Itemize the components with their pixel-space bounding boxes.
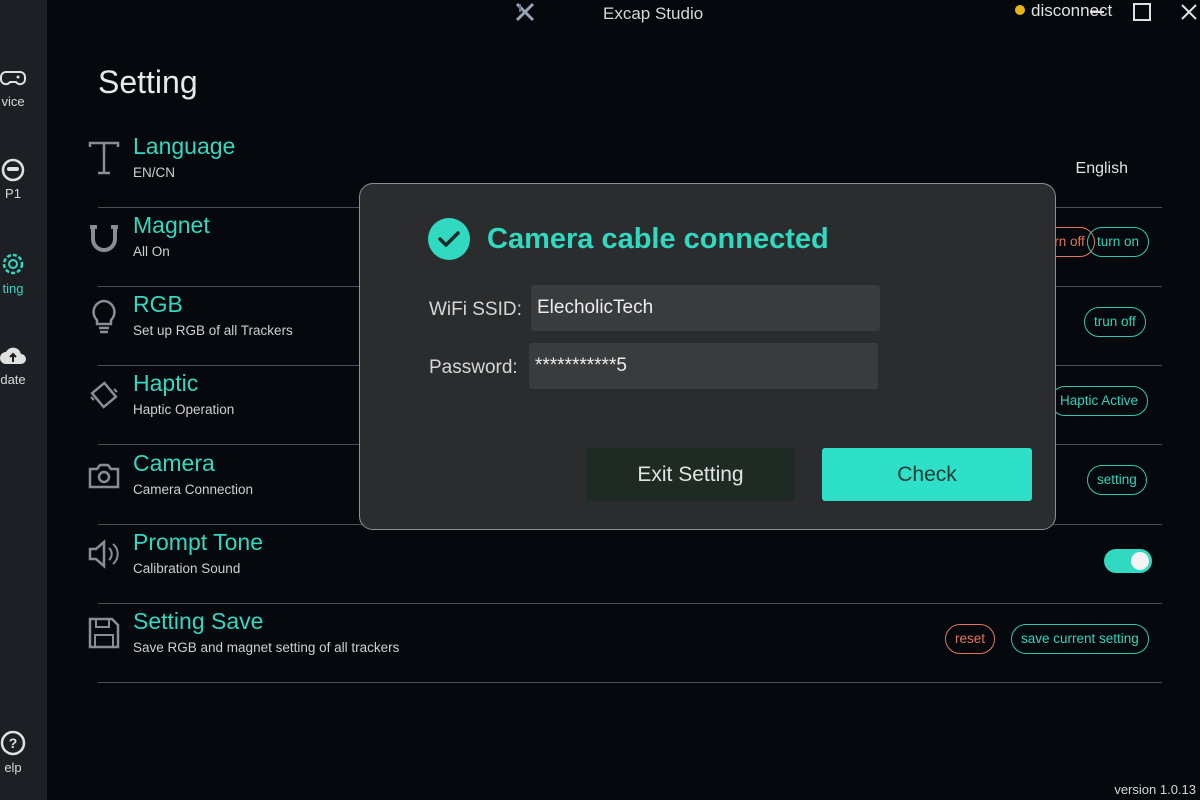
status-dot-icon: [1015, 5, 1025, 15]
divider: [98, 682, 1162, 683]
exit-setting-button[interactable]: Exit Setting: [586, 448, 795, 501]
check-button[interactable]: Check: [822, 448, 1032, 501]
gear-icon: [2, 253, 24, 275]
app-title: Excap Studio: [603, 4, 704, 23]
svg-text:?: ?: [9, 735, 18, 751]
checkmark-icon: [438, 231, 460, 247]
speaker-icon: [88, 539, 119, 569]
setting-title: Camera: [133, 450, 215, 476]
minimize-icon: [1090, 11, 1104, 13]
close-button[interactable]: [1175, 0, 1200, 24]
check-circle-icon: [428, 218, 470, 260]
camera-dialog: Camera cable connected WiFi SSID: Passwo…: [359, 183, 1056, 530]
title-bar: Excap Studio disconnect: [47, 0, 1200, 28]
password-input[interactable]: [529, 343, 878, 389]
toggle-knob: [1131, 552, 1149, 570]
floppy-disk-icon: [88, 617, 120, 649]
gamepad-icon: [0, 71, 26, 86]
setting-subtitle: Haptic Operation: [133, 402, 235, 417]
save-current-setting-button[interactable]: save current setting: [1011, 624, 1149, 654]
setting-title: Magnet: [133, 212, 210, 238]
camera-setting-button[interactable]: setting: [1087, 465, 1147, 495]
setting-subtitle: Set up RGB of all Trackers: [133, 323, 293, 338]
maximize-icon: [1133, 3, 1151, 21]
setting-title: Setting Save: [133, 608, 264, 634]
setting-title: Language: [133, 133, 236, 159]
setting-row-setting-save: Setting Save Save RGB and magnet setting…: [87, 605, 1162, 683]
sidebar-item-help[interactable]: ? elp: [0, 730, 47, 775]
setting-row-prompt-tone: Prompt Tone Calibration Sound: [87, 526, 1162, 604]
sidebar: vice P1 ting date ? elp: [0, 0, 47, 800]
sidebar-item-device[interactable]: vice: [0, 66, 47, 109]
wifi-ssid-input[interactable]: [531, 285, 880, 331]
setting-subtitle: All On: [133, 244, 170, 259]
page-title: Setting: [98, 64, 198, 100]
setting-subtitle: Calibration Sound: [133, 561, 241, 576]
sidebar-item-update[interactable]: date: [0, 344, 47, 387]
sidebar-item-label: date: [0, 372, 26, 387]
language-value[interactable]: English: [1076, 160, 1128, 178]
camera-icon: [88, 463, 120, 489]
text-icon: [88, 141, 120, 175]
setting-subtitle: Save RGB and magnet setting of all track…: [133, 640, 400, 655]
dialog-title: Camera cable connected: [487, 223, 829, 255]
magnet-turn-on-button[interactable]: turn on: [1087, 227, 1150, 257]
cloud-upload-icon: [0, 347, 26, 364]
face-icon: [1, 158, 25, 182]
sidebar-item-setting[interactable]: ting: [0, 251, 47, 296]
setting-title: Haptic: [133, 370, 199, 396]
version-label: version 1.0.13: [1114, 782, 1196, 797]
magnet-icon: [90, 225, 118, 252]
divider: [98, 603, 1162, 604]
prompt-tone-toggle[interactable]: [1104, 549, 1152, 573]
help-icon: ?: [0, 730, 26, 756]
sidebar-item-p1[interactable]: P1: [0, 158, 47, 201]
lightbulb-icon: [92, 299, 116, 334]
app-logo-icon: [515, 2, 535, 22]
wifi-ssid-label: WiFi SSID:: [429, 299, 522, 320]
setting-subtitle: EN/CN: [133, 165, 176, 180]
setting-title: RGB: [133, 291, 183, 317]
sidebar-item-label: vice: [1, 94, 25, 109]
setting-title: Prompt Tone: [133, 529, 263, 555]
reset-button[interactable]: reset: [945, 624, 996, 654]
sidebar-item-label: elp: [4, 760, 22, 775]
setting-subtitle: Camera Connection: [133, 482, 254, 497]
app-window: vice P1 ting date ? elp Excap Studio dis…: [0, 0, 1200, 800]
sidebar-item-label: P1: [5, 186, 21, 201]
sidebar-item-label: ting: [2, 281, 24, 296]
minimize-button[interactable]: [1083, 0, 1111, 24]
vibration-icon: [90, 381, 118, 409]
rgb-turn-off-button[interactable]: trun off: [1084, 307, 1146, 337]
close-icon: [1181, 4, 1197, 20]
password-label: Password:: [429, 357, 518, 378]
haptic-active-button[interactable]: Haptic Active: [1050, 386, 1149, 416]
maximize-button[interactable]: [1128, 0, 1156, 24]
